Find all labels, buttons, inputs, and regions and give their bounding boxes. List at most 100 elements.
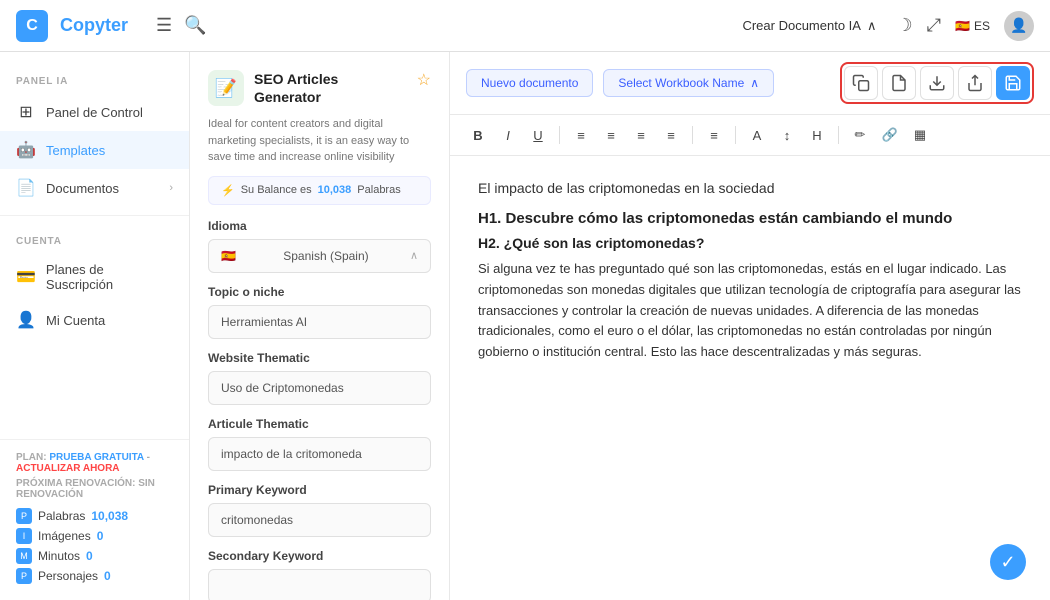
ai-icon: 🤖 <box>16 140 36 160</box>
workbook-select[interactable]: Select Workbook Name ∧ <box>603 69 774 97</box>
sidebar-item-panel-control[interactable]: ⊞ Panel de Control <box>0 93 189 131</box>
format-separator-1 <box>559 126 560 144</box>
line-height-button[interactable]: ↕ <box>775 123 799 147</box>
editor-top-toolbar: Nuevo documento Select Workbook Name ∧ <box>450 52 1050 115</box>
format-separator-2 <box>692 126 693 144</box>
main-layout: PANEL IA ⊞ Panel de Control 🤖 Templates … <box>0 52 1050 600</box>
article-text-input[interactable] <box>221 447 418 461</box>
topic-input[interactable] <box>208 305 431 339</box>
article-label: Articule Thematic <box>208 417 431 431</box>
underline-button[interactable]: U <box>526 123 550 147</box>
sidebar-item-templates[interactable]: 🤖 Templates <box>0 131 189 169</box>
search-icon[interactable]: 🔍 <box>184 15 206 36</box>
format-toolbar: B I U ≡ ≡ ≡ ≡ ≡ A ↕ H ✏ 🔗 ▦ <box>450 115 1050 156</box>
secondary-keyword-input[interactable] <box>208 569 431 600</box>
credits-minutos-row: M Minutos 0 <box>16 548 173 564</box>
hamburger-menu-icon[interactable]: ☰ <box>156 15 172 36</box>
website-field-group: Website Thematic <box>190 351 449 417</box>
align-center-button[interactable]: ≡ <box>599 123 623 147</box>
primary-keyword-text-input[interactable] <box>221 513 418 527</box>
font-color-button[interactable]: A <box>745 123 769 147</box>
minutos-icon: M <box>16 548 32 564</box>
align-left-button[interactable]: ≡ <box>569 123 593 147</box>
primary-keyword-input[interactable] <box>208 503 431 537</box>
format-separator-3 <box>735 126 736 144</box>
sidebar-divider <box>0 215 189 216</box>
topic-field-group: Topic o niche <box>190 285 449 351</box>
credits-imagenes-row: I Imágenes 0 <box>16 528 173 544</box>
article-field-group: Articule Thematic <box>190 417 449 483</box>
check-complete-icon: ✓ <box>990 544 1026 580</box>
content-area: 📝 SEO Articles Generator ☆ Ideal for con… <box>190 52 1050 600</box>
spain-flag-icon: 🇪🇸 <box>221 249 236 263</box>
balance-display: ⚡ Su Balance es 10,038 Palabras <box>208 176 431 205</box>
chevron-up-icon: ∧ <box>750 76 759 90</box>
idioma-value: Spanish (Spain) <box>283 249 368 263</box>
credits-personajes-row: P Personajes 0 <box>16 568 173 584</box>
credit-card-icon: 💳 <box>16 267 36 287</box>
copy-action-button[interactable] <box>844 66 878 100</box>
seo-header: 📝 SEO Articles Generator ☆ <box>190 52 449 116</box>
primary-keyword-field-group: Primary Keyword <box>190 483 449 549</box>
website-text-input[interactable] <box>221 381 418 395</box>
pen-button[interactable]: ✏ <box>848 123 872 147</box>
italic-button[interactable]: I <box>496 123 520 147</box>
personajes-icon: P <box>16 568 32 584</box>
imagenes-icon: I <box>16 528 32 544</box>
article-input[interactable] <box>208 437 431 471</box>
justify-button[interactable]: ≡ <box>659 123 683 147</box>
palabras-icon: P <box>16 508 32 524</box>
right-editor-panel: Nuevo documento Select Workbook Name ∧ <box>450 52 1050 600</box>
dark-mode-icon[interactable]: ☽ <box>896 15 912 36</box>
actualizar-button[interactable]: ACTUALIZAR AHORA <box>16 463 120 474</box>
document-action-button[interactable] <box>882 66 916 100</box>
secondary-keyword-text-input[interactable] <box>221 579 418 593</box>
table-button[interactable]: ▦ <box>908 123 932 147</box>
fullscreen-icon[interactable]: ⤢ <box>927 15 941 36</box>
save-action-button[interactable] <box>996 66 1030 100</box>
credits-section: PLAN: PRUEBA GRATUITA - ACTUALIZAR AHORA… <box>0 439 189 600</box>
document-icon: 📄 <box>16 178 36 198</box>
format-separator-4 <box>838 126 839 144</box>
user-avatar[interactable]: 👤 <box>1004 11 1034 41</box>
list-ordered-button[interactable]: ≡ <box>702 123 726 147</box>
topic-label: Topic o niche <box>208 285 431 299</box>
sidebar-item-mi-cuenta[interactable]: 👤 Mi Cuenta <box>0 301 189 339</box>
grid-icon: ⊞ <box>16 102 36 122</box>
cuenta-section-title: CUENTA <box>0 224 189 253</box>
language-selector[interactable]: 🇪🇸 ES <box>955 19 990 33</box>
primary-keyword-label: Primary Keyword <box>208 483 431 497</box>
chevron-up-icon: ∧ <box>410 249 418 262</box>
seo-tool-icon: 📝 <box>208 70 244 106</box>
user-icon: 👤 <box>16 310 36 330</box>
bold-button[interactable]: B <box>466 123 490 147</box>
credits-plan-label: PLAN: PRUEBA GRATUITA - ACTUALIZAR AHORA <box>16 452 173 474</box>
action-buttons-group <box>840 62 1034 104</box>
crear-documento-button[interactable]: Crear Documento IA ∧ <box>734 14 884 38</box>
editor-content-area[interactable]: El impacto de las criptomonedas en la so… <box>450 156 1050 600</box>
website-input[interactable] <box>208 371 431 405</box>
favorite-star-icon[interactable]: ☆ <box>417 70 431 90</box>
sidebar-item-planes[interactable]: 💳 Planes de Suscripción <box>0 253 189 301</box>
topic-text-input[interactable] <box>221 315 418 329</box>
sidebar-item-documentos[interactable]: 📄 Documentos › <box>0 169 189 207</box>
logo-icon: C <box>16 10 48 42</box>
link-button[interactable]: 🔗 <box>878 123 902 147</box>
app-name: Copyter <box>60 15 128 36</box>
flag-icon: 🇪🇸 <box>955 19 970 33</box>
heading-button[interactable]: H <box>805 123 829 147</box>
download-action-button[interactable] <box>920 66 954 100</box>
website-label: Website Thematic <box>208 351 431 365</box>
document-title: El impacto de las criptomonedas en la so… <box>478 180 1022 196</box>
lightning-icon: ⚡ <box>221 184 235 197</box>
nuevo-documento-button[interactable]: Nuevo documento <box>466 69 593 97</box>
seo-tool-description: Ideal for content creators and digital m… <box>190 116 449 176</box>
panel-ia-section-title: PANEL IA <box>0 64 189 93</box>
sidebar-item-label: Panel de Control <box>46 105 143 120</box>
chevron-right-icon: › <box>169 182 173 194</box>
idioma-select[interactable]: 🇪🇸 Spanish (Spain) ∧ <box>208 239 431 273</box>
share-action-button[interactable] <box>958 66 992 100</box>
heading-1: H1. Descubre cómo las criptomonedas está… <box>478 210 1022 227</box>
align-right-button[interactable]: ≡ <box>629 123 653 147</box>
credits-palabras-row: P Palabras 10,038 <box>16 508 173 524</box>
